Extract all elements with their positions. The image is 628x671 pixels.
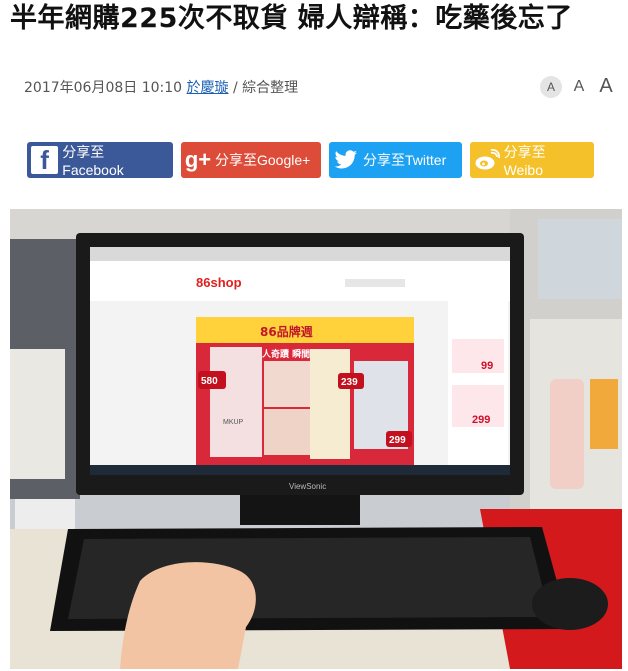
- site-logo: 86shop: [196, 275, 242, 290]
- share-twitter-label: 分享至Twitter: [363, 152, 447, 168]
- share-weibo-label: 分享至Weibo: [503, 144, 546, 178]
- font-size-controls: A A A: [540, 75, 616, 98]
- price-tag: 299: [389, 435, 406, 446]
- share-google-button[interactable]: g+ 分享至Google+: [181, 142, 321, 178]
- article-source: / 綜合整理: [228, 80, 299, 96]
- monitor-brand: ViewSonic: [289, 482, 326, 491]
- weibo-icon: [470, 142, 504, 178]
- facebook-icon: f: [31, 145, 59, 175]
- share-facebook-label: 分享至Facebook: [62, 144, 124, 178]
- font-size-medium-button[interactable]: A: [570, 78, 588, 96]
- font-size-large-button[interactable]: A: [596, 75, 616, 98]
- share-facebook-button[interactable]: f 分享至Facebook: [27, 142, 173, 178]
- article-title: 半年網購225次不取貨 婦人辯稱：吃藥後忘了: [10, 3, 573, 34]
- share-google-label: 分享至Google+: [215, 152, 311, 168]
- banner-headline: 86品牌週: [260, 324, 313, 339]
- twitter-icon: [329, 142, 363, 178]
- article-photo: 86shop 86品牌週 懶人奇蹟 瞬間美麗 580 239 299 MKUP …: [10, 209, 622, 669]
- font-size-small-button[interactable]: A: [540, 75, 562, 98]
- article-meta: 2017年06月08日 10:10 於慶璇 / 綜合整理: [24, 76, 298, 100]
- price-tag: 580: [201, 376, 218, 387]
- side-price: 299: [472, 414, 490, 426]
- share-bar: f 分享至Facebook g+ 分享至Google+ 分享至Twitter 分…: [27, 142, 594, 178]
- share-twitter-button[interactable]: 分享至Twitter: [329, 142, 462, 178]
- product-label: MKUP: [223, 419, 244, 426]
- price-tag: 239: [341, 377, 358, 388]
- side-price: 99: [481, 360, 493, 372]
- share-weibo-button[interactable]: 分享至Weibo: [470, 142, 594, 178]
- author-link[interactable]: 於慶璇: [187, 80, 229, 96]
- publish-date: 2017年06月08日 10:10: [24, 80, 183, 96]
- google-plus-icon: g+: [184, 147, 212, 172]
